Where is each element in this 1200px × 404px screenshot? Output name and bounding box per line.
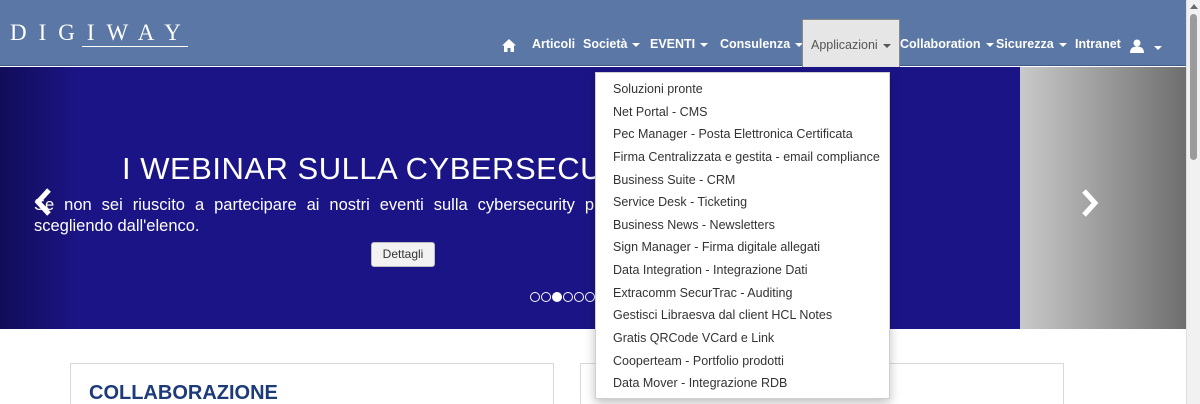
applicazioni-dropdown-menu: Soluzioni pronte Net Portal - CMS Pec Ma… <box>595 72 890 399</box>
caret-down-icon <box>700 42 709 47</box>
menu-item-firma-centralizzata[interactable]: Firma Centralizzata e gestita - email co… <box>613 150 880 164</box>
menu-item-data-mover[interactable]: Data Mover - Integrazione RDB <box>613 376 787 390</box>
menu-item-sign-manager[interactable]: Sign Manager - Firma digitale allegati <box>613 240 820 254</box>
page: DIGIWAY Articoli Società EVENTI Consulen… <box>0 0 1200 404</box>
nav-item-articoli[interactable]: Articoli <box>532 37 575 51</box>
carousel-dot[interactable] <box>563 292 573 302</box>
caret-down-icon <box>985 42 994 47</box>
caret-down-icon <box>882 43 891 48</box>
card-collaborazione[interactable]: COLLABORAZIONE <box>70 363 554 404</box>
nav-item-applicazioni[interactable]: Applicazioni <box>802 19 900 70</box>
carousel-dot[interactable] <box>552 292 562 302</box>
scroll-up-arrow-icon[interactable] <box>1190 4 1198 9</box>
details-button[interactable]: Dettagli <box>371 242 435 267</box>
menu-item-pec-manager[interactable]: Pec Manager - Posta Elettronica Certific… <box>613 127 853 141</box>
nav-item-intranet[interactable]: Intranet <box>1075 37 1121 51</box>
user-icon[interactable] <box>1130 39 1144 53</box>
menu-item-libraesva[interactable]: Gestisci Libraesva dal client HCL Notes <box>613 308 832 322</box>
nav-label: Intranet <box>1075 37 1121 51</box>
user-menu-caret-icon[interactable] <box>1154 46 1162 50</box>
menu-item-data-integration[interactable]: Data Integration - Integrazione Dati <box>613 263 808 277</box>
nav-item-societa[interactable]: Società <box>583 37 641 51</box>
page-scrollbar[interactable] <box>1186 0 1200 404</box>
menu-item-soluzioni-pronte[interactable]: Soluzioni pronte <box>613 82 703 96</box>
nav-item-collaboration[interactable]: Collaboration <box>900 37 994 51</box>
caret-down-icon <box>632 42 641 47</box>
nav-item-consulenza[interactable]: Consulenza <box>720 37 804 51</box>
scroll-thumb[interactable] <box>1190 14 1197 160</box>
hero-carousel: I WEBINAR SULLA CYBERSECU Se non sei riu… <box>0 67 1186 329</box>
main-nav: Articoli Società EVENTI Consulenza Appli… <box>0 0 1186 70</box>
nav-label: Società <box>583 37 628 51</box>
menu-item-cooperteam[interactable]: Cooperteam - Portfolio prodotti <box>613 354 784 368</box>
carousel-dot[interactable] <box>585 292 595 302</box>
menu-item-business-suite[interactable]: Business Suite - CRM <box>613 173 735 187</box>
nav-label: Sicurezza <box>996 37 1054 51</box>
slide-text: Se non sei riuscito a partecipare ai nos… <box>34 196 594 235</box>
navbar: DIGIWAY Articoli Società EVENTI Consulen… <box>0 0 1186 70</box>
carousel-next-slide-preview <box>1020 67 1186 329</box>
menu-item-securtrac[interactable]: Extracomm SecurTrac - Auditing <box>613 286 792 300</box>
nav-label: Articoli <box>532 37 576 51</box>
slide-title: I WEBINAR SULLA CYBERSECU <box>122 151 604 186</box>
nav-item-eventi[interactable]: EVENTI <box>650 37 709 51</box>
carousel-dot[interactable] <box>541 292 551 302</box>
nav-item-sicurezza[interactable]: Sicurezza <box>996 37 1067 51</box>
nav-label: EVENTI <box>650 37 696 51</box>
nav-label: Collaboration <box>900 37 981 51</box>
nav-label: Applicazioni <box>811 38 878 52</box>
nav-label: Consulenza <box>720 37 791 51</box>
menu-item-business-news[interactable]: Business News - Newsletters <box>613 218 775 232</box>
menu-item-service-desk[interactable]: Service Desk - Ticketing <box>613 195 747 209</box>
carousel-dot[interactable] <box>530 292 540 302</box>
card-title: COLLABORAZIONE <box>89 382 278 404</box>
chevron-right-icon[interactable] <box>1080 189 1100 217</box>
chevron-left-icon[interactable] <box>33 188 53 216</box>
menu-item-qrcode[interactable]: Gratis QRCode VCard e Link <box>613 331 774 345</box>
carousel-dot[interactable] <box>574 292 584 302</box>
menu-item-net-portal[interactable]: Net Portal - CMS <box>613 105 707 119</box>
caret-down-icon <box>1058 42 1067 47</box>
